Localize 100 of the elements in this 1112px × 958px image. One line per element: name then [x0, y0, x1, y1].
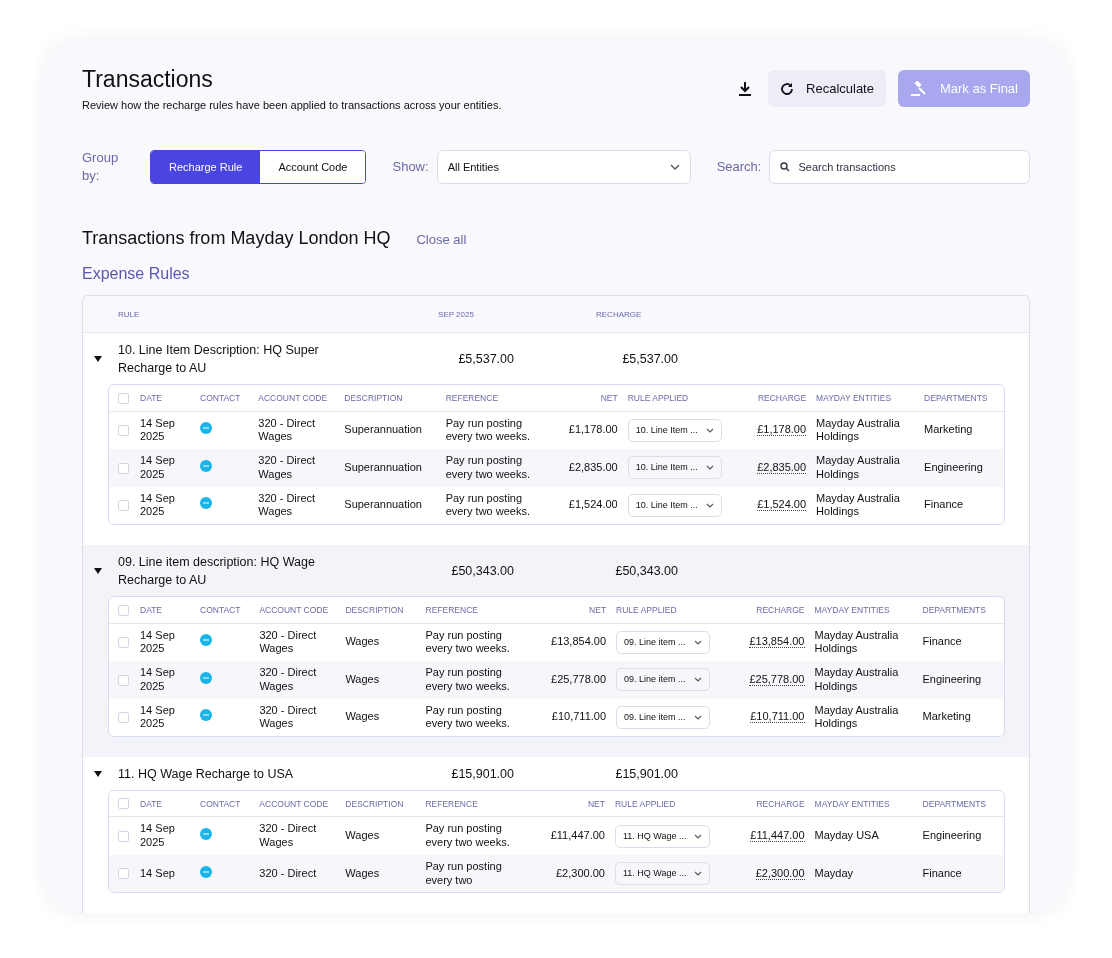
net-cell: £2,835.00	[568, 460, 618, 473]
entity-dropdown[interactable]: All Entities	[436, 149, 691, 184]
contact-logo-icon	[200, 865, 212, 878]
select-all-checkbox[interactable]	[118, 392, 129, 404]
account-code-cell: 320 - Direct Wages	[259, 628, 317, 655]
column-header: RULE APPLIED	[616, 604, 677, 615]
chevron-down-icon	[693, 714, 702, 720]
column-header: DESCRIPTION	[345, 798, 404, 809]
rule-dropdown[interactable]: 10. Line Item ...	[627, 493, 722, 517]
row-checkbox[interactable]	[118, 712, 129, 724]
column-header: MAYDAY ENTITIES	[814, 798, 890, 809]
row-checkbox[interactable]	[118, 868, 129, 880]
column-header: CONTACT	[200, 798, 241, 809]
rule-name: 10. Line Item Description: HQ Super Recharge to AU	[118, 342, 320, 378]
group-by-tab[interactable]: Recharge Rule	[151, 150, 261, 183]
account-code-cell: 320 - Direct Wages	[258, 416, 316, 443]
rule-amount: £5,537.00	[457, 352, 514, 367]
rule-dropdown[interactable]: 11. HQ Wage ...	[614, 824, 711, 848]
column-header: DATE	[140, 604, 163, 615]
contact-logo-icon	[200, 634, 212, 647]
show-label: Show:	[392, 159, 429, 175]
reference-cell: Pay run posting every two	[425, 859, 502, 886]
column-header: RECHARGE	[757, 392, 807, 403]
entity-cell: Mayday Australia Holdings	[814, 666, 899, 692]
column-header: CONTACT	[200, 392, 241, 403]
row-checkbox[interactable]	[118, 500, 129, 512]
column-header: NET	[587, 798, 605, 809]
row-checkbox[interactable]	[118, 637, 129, 649]
chevron-down-icon	[705, 465, 714, 471]
net-cell: £10,711.00	[551, 710, 607, 723]
entity-cell: Mayday Australia Holdings	[816, 491, 900, 518]
entity-cell: Mayday Australia Holdings	[816, 454, 900, 480]
column-header: DEPARTMENTS	[922, 604, 986, 615]
column-header: RULE APPLIED	[614, 798, 676, 809]
collapse-toggle-icon[interactable]	[93, 567, 103, 576]
reference-cell: Pay run posting every two weeks.	[425, 666, 510, 692]
column-header: MAYDAY ENTITIES	[816, 392, 892, 403]
group-by-tab[interactable]: Account Code	[260, 150, 366, 183]
row-checkbox[interactable]	[118, 674, 129, 686]
column-header: DATE	[140, 798, 163, 809]
row-checkbox[interactable]	[118, 425, 129, 437]
recharge-cell: £2,300.00	[755, 866, 805, 880]
row-checkbox[interactable]	[118, 830, 129, 842]
column-header: RULE	[118, 309, 141, 319]
department-cell: Marketing	[924, 423, 973, 436]
chevron-down-icon	[693, 639, 702, 645]
date-cell: 14 Sep 2025	[140, 628, 175, 655]
date-cell: 14 Sep	[140, 866, 175, 879]
rule-amount: £15,901.00	[450, 767, 514, 782]
description-cell: Wages	[345, 635, 380, 648]
rule-dropdown[interactable]: 10. Line Item ...	[627, 456, 722, 480]
recalculate-button[interactable]: Recalculate	[768, 70, 886, 107]
section-title: Transactions from Mayday London HQ	[82, 228, 391, 250]
account-code-cell: 320 - Direct Wages	[259, 703, 317, 730]
contact-logo-icon	[200, 497, 212, 510]
group-by-label: Group by:	[82, 149, 120, 185]
description-cell: Wages	[345, 829, 380, 842]
department-cell: Finance	[922, 635, 962, 648]
column-header: DEPARTMENTS	[924, 392, 988, 403]
department-cell: Engineering	[922, 829, 982, 842]
reference-cell: Pay run posting every two weeks.	[445, 416, 530, 443]
account-code-cell: 320 - Direct Wages	[259, 666, 317, 692]
download-icon	[738, 80, 753, 97]
rule-recharge: £50,343.00	[614, 564, 678, 579]
column-header: NET	[589, 604, 607, 615]
collapse-toggle-icon[interactable]	[93, 355, 103, 364]
page-title: Transactions	[82, 66, 214, 93]
reference-cell: Pay run posting every two weeks.	[425, 703, 510, 730]
collapse-toggle-icon[interactable]	[93, 770, 103, 779]
rule-dropdown[interactable]: 11. HQ Wage ...	[614, 862, 711, 886]
column-header: DATE	[140, 392, 163, 403]
rule-dropdown[interactable]: 09. Line item ...	[616, 705, 710, 729]
net-cell: £1,178.00	[568, 423, 618, 436]
recharge-cell: £1,524.00	[757, 498, 807, 512]
rule-dropdown[interactable]: 09. Line item ...	[616, 668, 710, 692]
rule-recharge: £15,901.00	[614, 767, 678, 782]
refresh-icon	[780, 81, 795, 96]
select-all-checkbox[interactable]	[118, 604, 129, 616]
date-cell: 14 Sep 2025	[140, 703, 175, 730]
close-all-link[interactable]: Close all	[416, 232, 467, 248]
row-checkbox[interactable]	[118, 462, 129, 474]
search-field[interactable]: Search transactions	[769, 149, 1030, 184]
chevron-down-icon	[694, 833, 703, 839]
rule-dropdown[interactable]: 10. Line Item ...	[627, 418, 722, 442]
recharge-cell: £2,835.00	[757, 460, 807, 474]
page-subtitle: Review how the recharge rules have been applied to transactions across your entities.	[82, 99, 502, 111]
select-all-checkbox[interactable]	[118, 798, 129, 810]
column-header: CONTACT	[200, 604, 241, 615]
rule-dropdown[interactable]: 09. Line item ...	[616, 630, 710, 654]
contact-logo-icon	[200, 828, 212, 841]
description-cell: Wages	[345, 866, 380, 879]
column-header: ACCOUNT CODE	[259, 798, 329, 809]
entity-cell: Mayday USA	[814, 829, 879, 842]
reference-cell: Pay run posting every two weeks.	[445, 454, 530, 480]
column-header: REFERENCE	[445, 392, 499, 403]
chevron-down-icon	[705, 427, 714, 433]
chevron-down-icon	[693, 677, 702, 683]
account-code-cell: 320 - Direct Wages	[258, 454, 316, 480]
search-icon	[780, 161, 791, 172]
net-cell: £11,447.00	[550, 829, 605, 842]
